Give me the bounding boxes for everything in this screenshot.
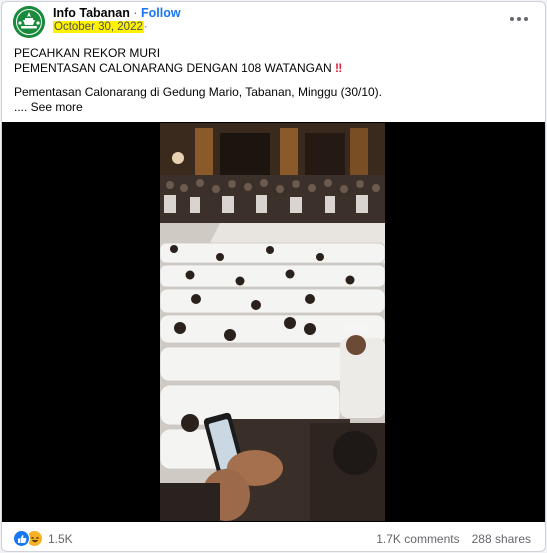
menu-dot — [524, 17, 528, 21]
like-reaction-icon — [13, 530, 30, 547]
follow-button[interactable]: Follow — [141, 6, 181, 20]
post-body: Pementasan Calonarang di Gedung Mario, T… — [14, 85, 383, 99]
page-name-link[interactable]: Info Tabanan — [53, 6, 130, 20]
audience-separator: · — [143, 21, 148, 33]
headline-text: PEMENTASAN CALONARANG DENGAN 108 WATANGA… — [14, 61, 332, 75]
info-tabanan-logo-icon — [13, 6, 45, 38]
post-footer: 1.5K 1.7K comments 288 shares — [2, 522, 545, 551]
post-text: PECAHKAN REKOR MURI PEMENTASAN CALONARAN… — [14, 46, 534, 115]
menu-dot — [510, 17, 514, 21]
menu-dot — [517, 17, 521, 21]
timestamp-link[interactable]: October 30, 2022 — [53, 21, 144, 33]
reactions-summary[interactable]: 1.5K — [13, 530, 73, 547]
more-horizontal-icon[interactable] — [507, 10, 531, 28]
headline-line-1: PECAHKAN REKOR MURI — [14, 46, 161, 60]
engagement-stats: 1.7K comments 288 shares — [376, 532, 531, 546]
comments-count-link[interactable]: 1.7K comments — [376, 532, 459, 546]
video-player[interactable] — [2, 122, 545, 522]
double-exclamation-icon: ‼ — [334, 61, 342, 75]
video-thumbnail — [160, 123, 385, 521]
page-name-line: Info Tabanan · Follow — [53, 6, 181, 20]
headline-line-2: PEMENTASAN CALONARANG DENGAN 108 WATANGA… — [14, 61, 534, 76]
page-avatar[interactable] — [13, 6, 45, 38]
video-frame[interactable] — [160, 123, 385, 521]
post-card: Info Tabanan · Follow October 30, 2022· … — [1, 1, 546, 552]
post-header: Info Tabanan · Follow October 30, 2022· — [2, 2, 545, 42]
see-more-link[interactable]: .... See more — [14, 100, 534, 115]
post-timestamp: October 30, 2022· — [53, 21, 148, 33]
shares-count-link[interactable]: 288 shares — [472, 532, 531, 546]
separator-dot: · — [133, 6, 138, 20]
reaction-count: 1.5K — [48, 531, 73, 546]
